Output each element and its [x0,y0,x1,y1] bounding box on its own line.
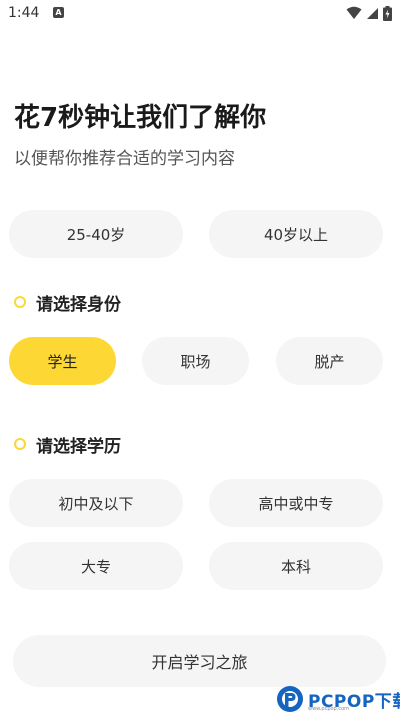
age-option-40-plus[interactable]: 40岁以上 [209,210,383,258]
notification-a-icon: A [53,7,64,18]
education-option-bachelor[interactable]: 本科 [209,542,383,590]
battery-charging-icon [383,5,392,21]
page-title: 花7秒钟让我们了解你 [14,103,267,133]
identity-option-student[interactable]: 学生 [9,337,116,385]
start-learning-button[interactable]: 开启学习之旅 [13,635,386,687]
watermark: PCPOP下载 www.pcpop.com [276,684,400,714]
education-option-college[interactable]: 大专 [9,542,183,590]
identity-option-workplace[interactable]: 职场 [142,337,249,385]
education-option-high-school[interactable]: 高中或中专 [209,479,383,527]
identity-option-fulltime[interactable]: 脱产 [276,337,383,385]
page-subtitle: 以便帮你推荐合适的学习内容 [14,149,235,169]
status-time: 1:44 [8,5,40,21]
education-option-junior-high[interactable]: 初中及以下 [9,479,183,527]
age-option-25-40[interactable]: 25-40岁 [9,210,183,258]
signal-icon [367,7,378,19]
status-icons [346,5,392,21]
watermark-subtext: www.pcpop.com [308,706,349,712]
status-bar: 1:44 A [0,0,400,28]
pcpop-logo-icon [277,686,303,712]
section-dot-icon [14,438,26,450]
wifi-icon [346,6,362,19]
education-section-label: 请选择学历 [14,432,121,457]
education-section-title: 请选择学历 [36,436,121,457]
section-dot-icon [14,296,26,308]
identity-section-title: 请选择身份 [36,294,121,315]
identity-section-label: 请选择身份 [14,290,121,315]
